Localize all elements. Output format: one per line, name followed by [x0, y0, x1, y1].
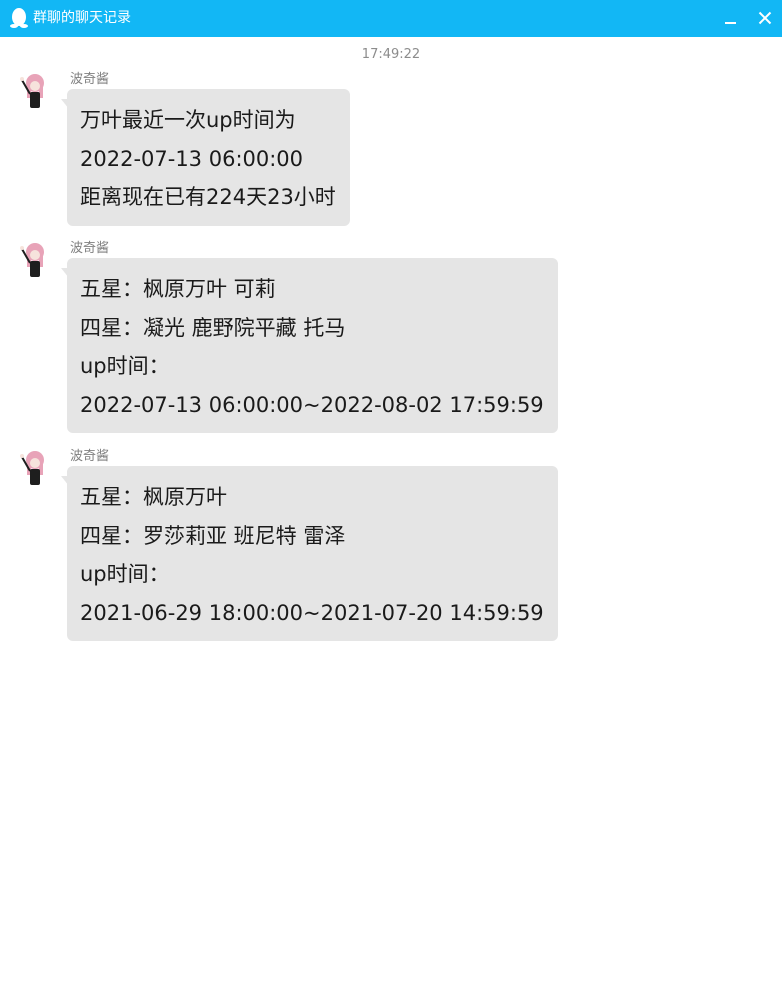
close-button[interactable] — [748, 0, 782, 37]
message-line: up时间： — [80, 562, 170, 586]
sender-name: 波奇酱 — [70, 241, 110, 256]
message-line: 五星：枫原万叶 可莉 — [80, 277, 276, 301]
close-icon — [758, 11, 772, 25]
avatar[interactable] — [18, 241, 50, 279]
message-bubble[interactable]: 五星：枫原万叶 可莉 四星：凝光 鹿野院平藏 托马 up时间： 2022-07-… — [61, 258, 558, 433]
message-line: up时间： — [80, 354, 170, 378]
avatar[interactable] — [18, 449, 50, 487]
message-line: 五星：枫原万叶 — [80, 485, 227, 509]
message-line: 四星：凝光 鹿野院平藏 托马 — [80, 315, 346, 340]
minimize-button[interactable] — [714, 0, 748, 37]
message-timestamp: 17:49:22 — [361, 47, 421, 62]
sender-name: 波奇酱 — [70, 449, 110, 464]
message-bubble[interactable]: 万叶最近一次up时间为 2022-07-13 06:00:00 距离现在已有22… — [61, 89, 350, 226]
message-line: 2021-06-29 18:00:00~2021-07-20 14:59:59 — [80, 600, 544, 625]
message-line: 距离现在已有224天23小时 — [80, 185, 336, 209]
avatar[interactable] — [18, 72, 50, 110]
sender-name: 波奇酱 — [70, 72, 110, 87]
minimize-icon — [725, 22, 736, 24]
message-bubble[interactable]: 五星：枫原万叶 四星：罗莎莉亚 班尼特 雷泽 up时间： 2021-06-29 … — [61, 466, 558, 641]
qq-penguin-icon — [10, 8, 28, 28]
window-title: 群聊的聊天记录 — [33, 10, 131, 26]
message-line: 2022-07-13 06:00:00 — [80, 146, 304, 171]
message-line: 万叶最近一次up时间为 — [80, 108, 296, 132]
message-line: 2022-07-13 06:00:00~2022-08-02 17:59:59 — [80, 392, 544, 417]
message-line: 四星：罗莎莉亚 班尼特 雷泽 — [80, 523, 346, 548]
title-bar[interactable]: 群聊的聊天记录 — [0, 0, 782, 37]
